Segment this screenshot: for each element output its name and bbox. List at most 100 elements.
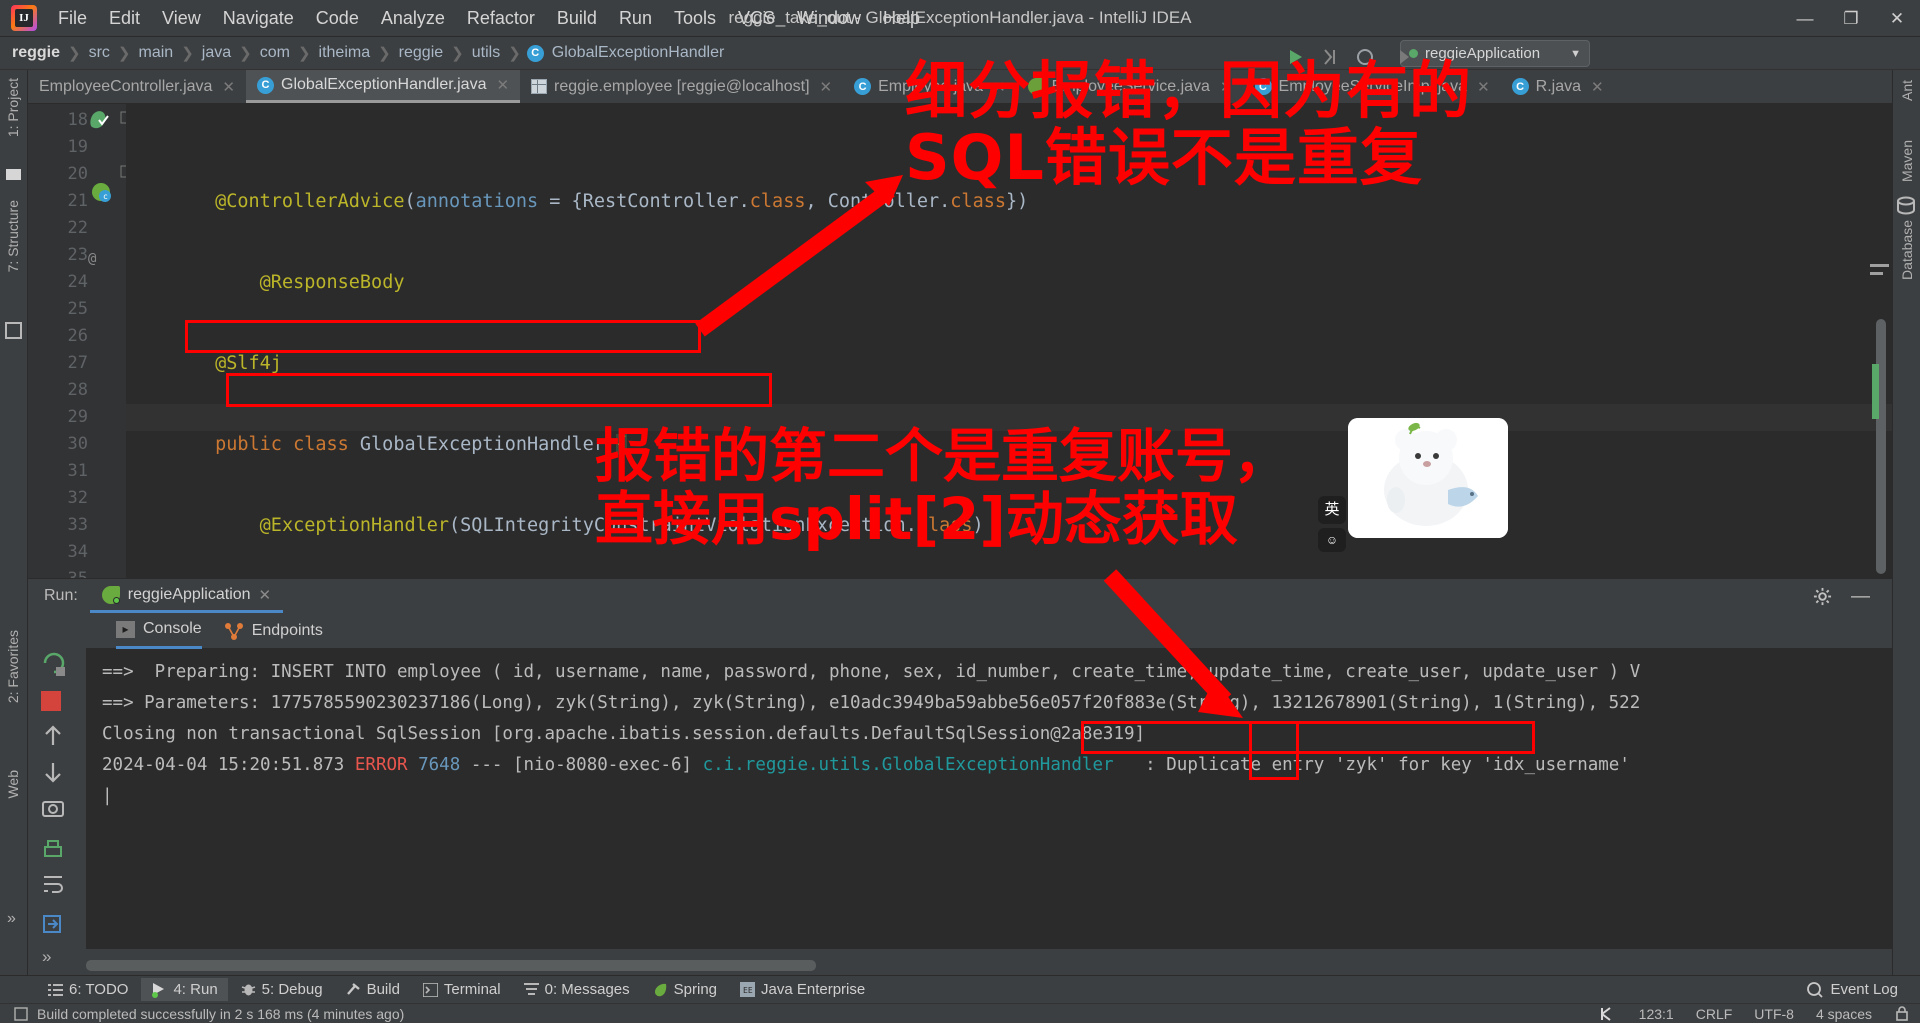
tool-window-database[interactable]: Database	[1899, 220, 1915, 280]
code-token: class	[749, 191, 806, 212]
toolwindow-spring[interactable]: Spring	[643, 978, 727, 1001]
event-log-button[interactable]: Event Log	[1807, 981, 1898, 998]
code-token: GlobalExceptionHandler	[359, 434, 617, 455]
camera-icon[interactable]	[40, 795, 66, 821]
maximize-button[interactable]: ❐	[1828, 0, 1874, 37]
tool-window-ant[interactable]: Ant	[1899, 80, 1915, 101]
breadcrumb-item-java[interactable]: java	[200, 44, 233, 62]
console-horizontal-scrollbar[interactable]	[86, 960, 816, 971]
line-number: 33	[67, 515, 88, 535]
editor-tab-reggie-employee[interactable]: reggie.employee [reggie@localhost] ✕	[520, 70, 843, 103]
scroll-down-icon[interactable]	[40, 759, 66, 785]
chevron-down-icon[interactable]: ▼	[1570, 48, 1581, 60]
left-tool-strip[interactable]: 1: Project 7: Structure 2: Favorites Web…	[0, 70, 28, 975]
line-number: 26	[67, 326, 88, 346]
window-controls[interactable]: — ❐ ✕	[1782, 0, 1920, 37]
close-tab-icon[interactable]: ✕	[1591, 78, 1604, 96]
breadcrumb-separator-icon: ❯	[68, 45, 81, 62]
menu-code[interactable]: Code	[305, 5, 370, 32]
hide-panel-button[interactable]: —	[1851, 587, 1870, 606]
menu-file[interactable]: File	[47, 5, 98, 32]
menu-navigate[interactable]: Navigate	[212, 5, 305, 32]
minimize-button[interactable]: —	[1782, 0, 1828, 37]
tool-window-project[interactable]: 1: Project	[5, 78, 21, 137]
line-separator[interactable]: CRLF	[1696, 1006, 1733, 1022]
subtab-endpoints[interactable]: Endpoints	[224, 613, 323, 649]
close-tab-icon[interactable]: ✕	[496, 76, 509, 94]
line-number: 21	[67, 191, 88, 211]
menu-build-label: Build	[556, 7, 597, 28]
subtab-console[interactable]: ▸ Console	[116, 613, 202, 649]
svg-text:c: c	[103, 192, 108, 201]
indent-setting[interactable]: 4 spaces	[1816, 1006, 1872, 1022]
code-token: ,	[805, 191, 828, 212]
close-button[interactable]: ✕	[1874, 0, 1920, 37]
breadcrumb-item-utils[interactable]: utils	[470, 44, 502, 62]
toolwindow-java-enterprise[interactable]: EE Java Enterprise	[730, 978, 875, 1001]
toolwindow-label: 4: Run	[173, 981, 218, 998]
tool-window-maven[interactable]: Maven	[1899, 140, 1915, 182]
close-tab-icon[interactable]: ✕	[820, 78, 833, 96]
toolwindow-terminal[interactable]: Terminal	[413, 978, 511, 1001]
code-line-20[interactable]: @Slf4j	[126, 323, 1892, 374]
caret-position[interactable]: 123:1	[1639, 1006, 1674, 1022]
menu-build[interactable]: Build	[546, 5, 608, 32]
stop-icon[interactable]	[41, 691, 61, 711]
line-number: 20	[67, 164, 88, 184]
breadcrumb-item-class[interactable]: GlobalExceptionHandler	[550, 44, 727, 62]
toolwindow-debug[interactable]: 5: Debug	[231, 978, 333, 1001]
settings-gear-icon[interactable]	[1813, 587, 1832, 606]
scroll-up-icon[interactable]	[40, 723, 66, 749]
breadcrumb-separator-icon: ❯	[451, 45, 464, 62]
run-panel-subtabs[interactable]: ▸ Console Endpoints	[28, 613, 1892, 649]
toolwindow-build[interactable]: Build	[336, 978, 410, 1001]
toolwindow-messages[interactable]: 0: Messages	[514, 978, 640, 1001]
right-tool-strip[interactable]: Ant Maven Database	[1892, 70, 1920, 975]
breadcrumb-item-main[interactable]: main	[137, 44, 176, 62]
code-line-19[interactable]: @ResponseBody	[126, 242, 1892, 293]
class-icon: C	[1511, 78, 1529, 95]
tool-window-structure[interactable]: 7: Structure	[5, 200, 21, 272]
menu-edit[interactable]: Edit	[98, 5, 151, 32]
run-tab-reggieapplication[interactable]: reggieApplication ✕	[89, 579, 284, 613]
breadcrumb-item-com[interactable]: com	[258, 44, 292, 62]
code-line-23[interactable]: public R<String> exceptionHandler(SQLInt…	[126, 566, 1892, 578]
status-bar: Build completed successfully in 2 s 168 …	[0, 1003, 1920, 1023]
status-bar-right[interactable]: 123:1 CRLF UTF-8 4 spaces	[1599, 1006, 1910, 1022]
code-token: Controller	[827, 191, 940, 212]
breadcrumb-item-reggie-pkg[interactable]: reggie	[397, 44, 445, 62]
tool-window-web[interactable]: Web	[5, 770, 21, 799]
close-tab-icon[interactable]: ✕	[1477, 78, 1490, 96]
editor-tab-globalexceptionhandler[interactable]: C GlobalExceptionHandler.java ✕	[246, 70, 521, 103]
file-encoding[interactable]: UTF-8	[1754, 1006, 1794, 1022]
run-tool-window[interactable]: Run: reggieApplication ✕ — ▸ Console End…	[28, 578, 1892, 975]
lock-icon[interactable]	[1894, 1006, 1910, 1021]
expand-tool-strip-icon[interactable]: »	[7, 910, 16, 928]
breadcrumb-item-reggie[interactable]: reggie	[10, 44, 62, 62]
tool-window-favorites[interactable]: 2: Favorites	[5, 630, 21, 703]
console-output[interactable]: ==> Preparing: INSERT INTO employee ( id…	[86, 649, 1892, 949]
code-token: .	[738, 191, 750, 212]
editor-tab-r[interactable]: C R.java ✕	[1501, 70, 1615, 103]
close-run-tab-icon[interactable]: ✕	[259, 586, 272, 604]
menu-refactor[interactable]: Refactor	[456, 5, 546, 32]
more-options-icon[interactable]: »	[42, 947, 51, 967]
print-icon[interactable]	[40, 835, 66, 861]
wrap-text-icon[interactable]	[40, 871, 66, 897]
menu-analyze[interactable]: Analyze	[370, 5, 456, 32]
menu-run[interactable]: Run	[608, 5, 663, 32]
menu-tools[interactable]: Tools	[663, 5, 727, 32]
editor-tab-employeecontroller[interactable]: EmployeeController.java ✕	[28, 70, 246, 103]
toolwindow-run[interactable]: 4: Run	[141, 978, 228, 1001]
breadcrumb-item-itheima[interactable]: itheima	[317, 44, 373, 62]
class-badge-icon: C	[526, 44, 544, 62]
toolwindow-label: Build	[366, 981, 400, 998]
toolwindow-todo[interactable]: 6: TODO	[38, 978, 138, 1001]
tool-window-bar[interactable]: 6: TODO 4: Run 5: Debug Build Terminal 0…	[0, 975, 1920, 1003]
rerun-icon[interactable]	[40, 649, 68, 677]
export-icon[interactable]	[40, 911, 66, 937]
run-panel-toolbar[interactable]: »	[28, 613, 86, 975]
menu-view[interactable]: View	[151, 5, 212, 32]
close-tab-icon[interactable]: ✕	[222, 78, 235, 96]
breadcrumb-item-src[interactable]: src	[87, 44, 112, 62]
